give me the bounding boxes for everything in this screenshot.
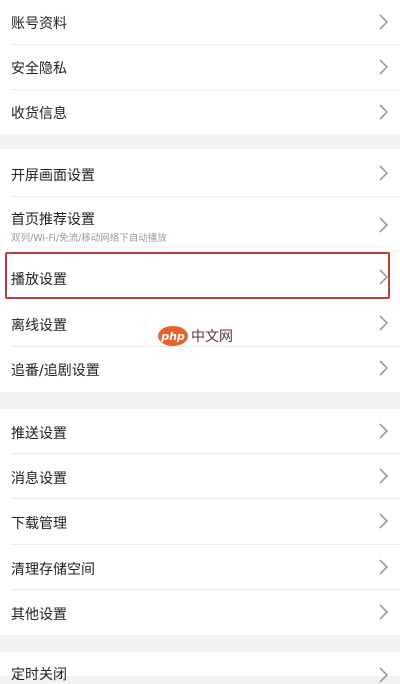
- chevron-right-icon: [379, 59, 389, 75]
- settings-item-home-recommend[interactable]: 首页推荐设置 双列/Wi-Fi/免流/移动网络下自动播放: [0, 197, 400, 251]
- chevron-right-icon: [379, 604, 389, 620]
- settings-item-label: 安全隐私: [11, 61, 67, 77]
- settings-item-splash-screen[interactable]: 开屏画面设置: [0, 149, 400, 196]
- watermark-text: 中文网: [191, 329, 233, 345]
- chevron-right-icon: [379, 104, 389, 120]
- settings-group-account: 账号资料 安全隐私 收货信息: [0, 0, 400, 134]
- settings-item-other[interactable]: 其他设置: [0, 590, 400, 635]
- settings-item-follow-series[interactable]: 追番/追剧设置: [0, 347, 400, 392]
- chevron-right-icon: [379, 468, 389, 484]
- settings-item-sleep-timer[interactable]: 定时关闭: [0, 652, 400, 683]
- settings-item-label: 定时关闭: [11, 667, 67, 683]
- settings-item-label: 其他设置: [11, 607, 67, 623]
- settings-item-label: 下载管理: [11, 516, 67, 532]
- settings-item-label: 收货信息: [11, 106, 67, 122]
- highlight-frame: [5, 252, 390, 299]
- settings-item-label: 清理存储空间: [11, 562, 95, 578]
- settings-group-system: 推送设置 消息设置 下载管理 清理存储空间 其他设置: [0, 409, 400, 635]
- settings-item-label: 消息设置: [11, 471, 67, 487]
- settings-item-label: 推送设置: [11, 426, 67, 442]
- settings-item-shipping-info[interactable]: 收货信息: [0, 90, 400, 134]
- chevron-right-icon: [379, 360, 389, 376]
- settings-item-messages[interactable]: 消息设置: [0, 454, 400, 498]
- settings-item-security-privacy[interactable]: 安全隐私: [0, 45, 400, 89]
- settings-item-label: 开屏画面设置: [11, 168, 95, 184]
- settings-item-downloads[interactable]: 下载管理: [0, 499, 400, 544]
- chevron-right-icon: [379, 165, 389, 181]
- settings-item-label: 首页推荐设置: [11, 212, 95, 228]
- chevron-right-icon: [379, 14, 389, 30]
- chevron-right-icon: [379, 217, 389, 233]
- settings-item-push[interactable]: 推送设置: [0, 409, 400, 453]
- settings-item-account-profile[interactable]: 账号资料: [0, 0, 400, 44]
- chevron-right-icon: [379, 513, 389, 529]
- settings-group-timer: 定时关闭: [0, 652, 400, 683]
- chevron-right-icon: [379, 559, 389, 575]
- watermark-logo: php: [158, 326, 188, 346]
- settings-item-label: 追番/追剧设置: [11, 363, 100, 379]
- settings-item-description: 双列/Wi-Fi/免流/移动网络下自动播放: [11, 233, 167, 244]
- settings-item-label: 离线设置: [11, 318, 67, 334]
- chevron-right-icon: [379, 423, 389, 439]
- settings-group-playback: 开屏画面设置 首页推荐设置 双列/Wi-Fi/免流/移动网络下自动播放 播放设置…: [0, 149, 400, 392]
- settings-item-clear-storage[interactable]: 清理存储空间: [0, 545, 400, 589]
- chevron-right-icon: [379, 315, 389, 331]
- chevron-right-icon: [379, 667, 389, 683]
- settings-item-label: 账号资料: [11, 16, 67, 32]
- watermark: php 中文网: [158, 325, 233, 347]
